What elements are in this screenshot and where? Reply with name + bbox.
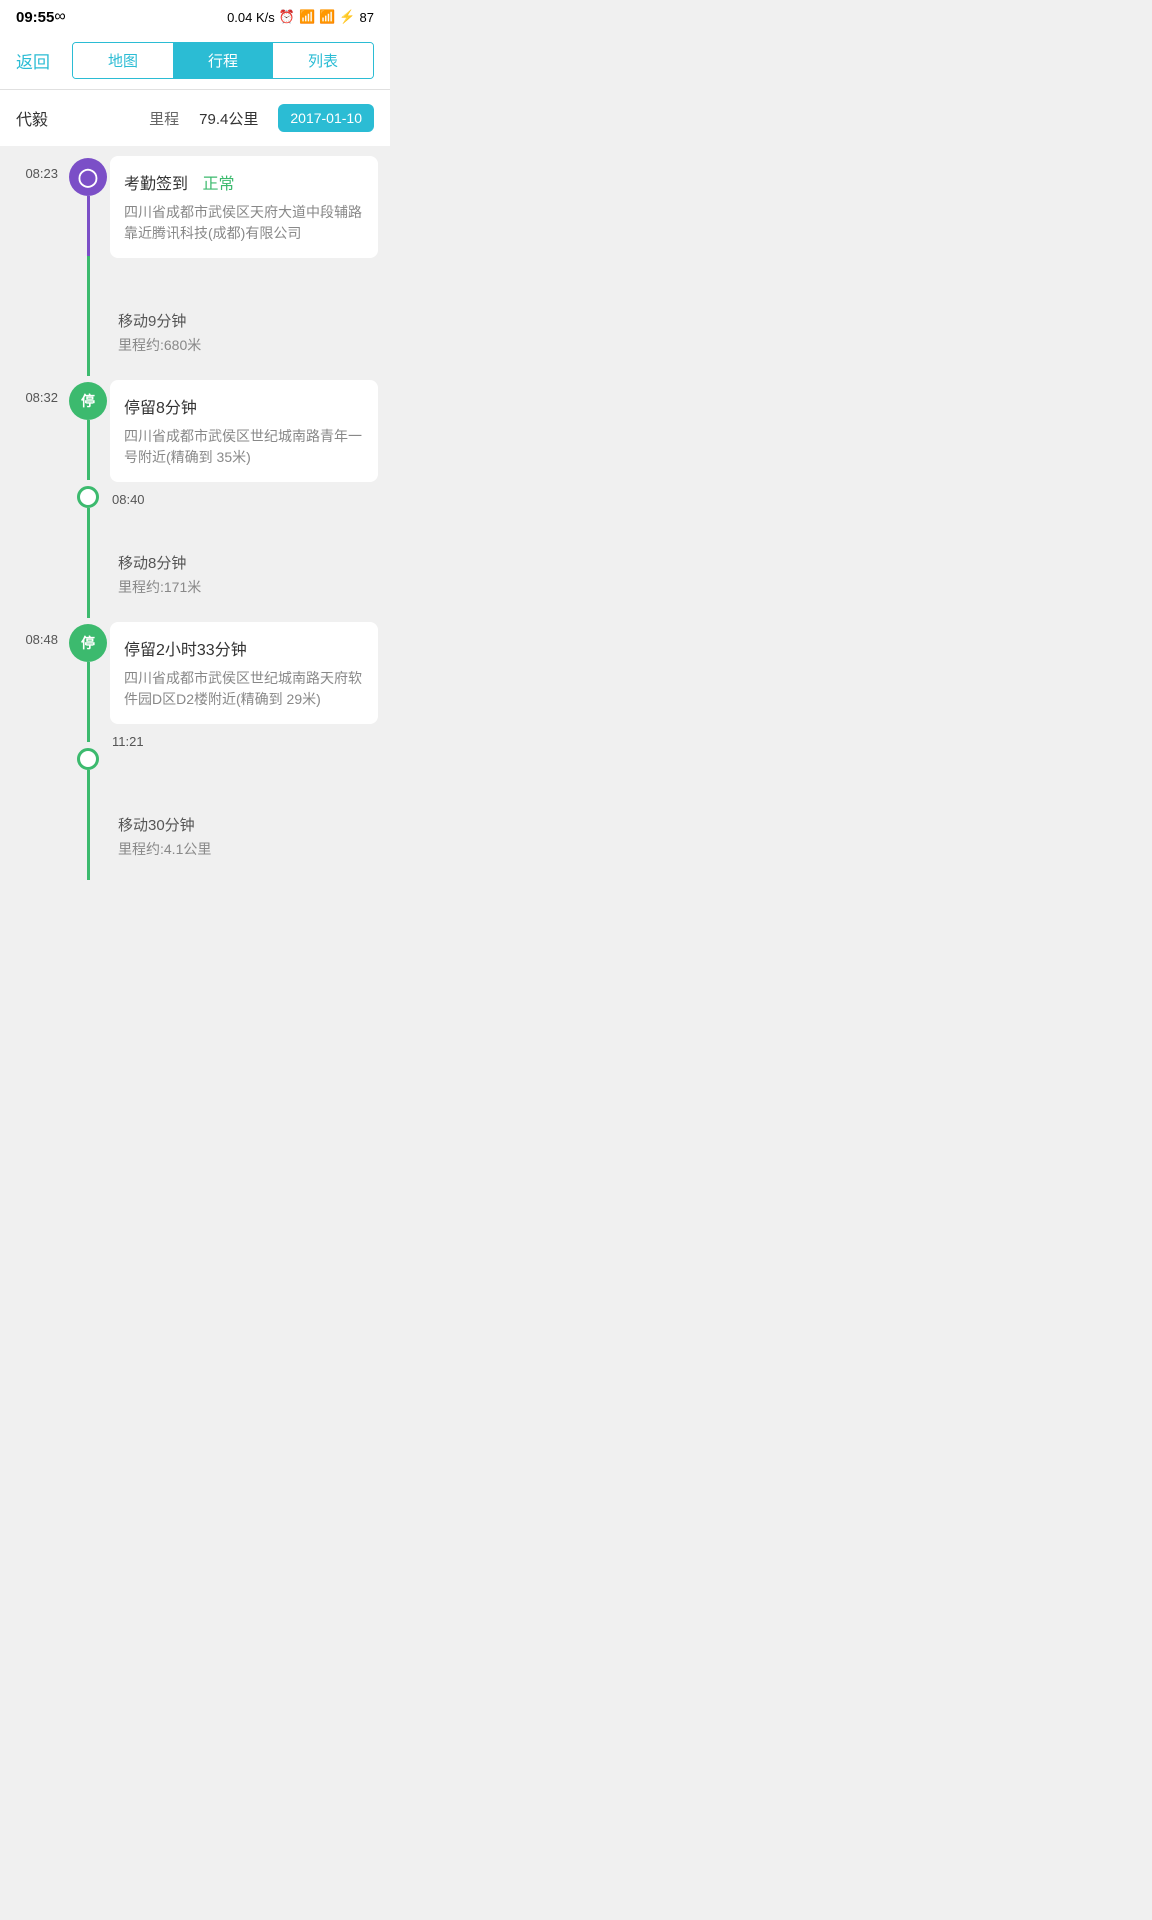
timeline-event-1: 08:23 ◯ 考勤签到 正常 四川省成都市武侯区天府大道中段辅路靠近腾讯科技(… — [0, 152, 390, 296]
back-button[interactable]: 返回 — [16, 48, 64, 73]
line-green-m2 — [87, 538, 90, 618]
line-green-m1 — [87, 296, 90, 376]
time-empty-1 — [10, 296, 66, 376]
move-duration-1: 移动9分钟 — [118, 310, 378, 331]
node-small-2 — [77, 748, 99, 770]
battery-icon: ⚡ — [339, 9, 355, 25]
infinity-icon: ∞ — [54, 8, 65, 26]
time-08-23: 08:23 — [10, 152, 66, 296]
event-status-1: 正常 — [202, 176, 234, 193]
line-green-5 — [87, 770, 90, 800]
time-08-32: 08:32 — [25, 376, 58, 405]
fingerprint-node: ◯ — [69, 158, 107, 196]
event-title-1: 考勤签到 正常 — [124, 170, 364, 194]
time-11-21: 11:21 — [110, 730, 378, 753]
node-col-3: 停 — [66, 618, 110, 800]
network-speed: 0.04 K/s — [227, 10, 275, 25]
person-name: 代毅 — [16, 106, 141, 130]
signal-icon: 📶 — [319, 9, 335, 25]
top-nav: 返回 地图 行程 列表 — [0, 32, 390, 90]
move-distance-1: 里程约:680米 — [118, 335, 378, 355]
stop-label-2: 停 — [81, 633, 95, 653]
move-distance-3: 里程约:4.1公里 — [118, 839, 378, 859]
event-card-1: 考勤签到 正常 四川省成都市武侯区天府大道中段辅路靠近腾讯科技(成都)有限公司 — [110, 156, 378, 258]
move-distance-2: 里程约:171米 — [118, 577, 378, 597]
time-col-3: 08:48 — [10, 618, 66, 800]
content-2: 停留8分钟 四川省成都市武侯区世纪城南路青年一号附近(精确到 35米) 08:4… — [110, 376, 390, 538]
timeline-event-3: 08:48 停 停留2小时33分钟 四川省成都市武侯区世纪城南路天府软件园D区D… — [0, 618, 390, 800]
content-3: 停留2小时33分钟 四川省成都市武侯区世纪城南路天府软件园D区D2楼附近(精确到… — [110, 618, 390, 800]
timeline-move-2: 移动8分钟 里程约:171米 — [0, 538, 390, 618]
time-empty-3 — [10, 800, 66, 880]
battery-level: 87 — [360, 10, 374, 25]
status-bar: 09:55 ∞ 0.04 K/s ⏰ 📶 📶 ⚡ 87 — [0, 0, 390, 32]
event-title-2: 停留8分钟 — [124, 394, 364, 418]
wifi-icon: 📶 — [299, 9, 315, 25]
tab-list[interactable]: 列表 — [273, 43, 373, 78]
line-green-3 — [87, 508, 90, 538]
line-purple-1 — [87, 196, 90, 256]
line-green-m3 — [87, 800, 90, 880]
info-row: 代毅 里程 79.4公里 2017-01-10 — [0, 90, 390, 146]
date-badge[interactable]: 2017-01-10 — [278, 104, 374, 132]
status-time: 09:55 — [16, 9, 54, 26]
move-duration-3: 移动30分钟 — [118, 814, 378, 835]
timeline-event-2: 08:32 停 停留8分钟 四川省成都市武侯区世纪城南路青年一号附近(精确到 3… — [0, 376, 390, 538]
time-empty-2 — [10, 538, 66, 618]
event-title-3: 停留2小时33分钟 — [124, 636, 364, 660]
line-green-2 — [87, 420, 90, 480]
line-green-1 — [87, 256, 90, 296]
tab-trip[interactable]: 行程 — [173, 43, 273, 78]
event-address-1: 四川省成都市武侯区天府大道中段辅路靠近腾讯科技(成都)有限公司 — [124, 202, 364, 244]
node-small-1 — [77, 486, 99, 508]
event-address-3: 四川省成都市武侯区世纪城南路天府软件园D区D2楼附近(精确到 29米) — [124, 668, 364, 710]
line-col-m2 — [66, 538, 110, 618]
time-08-48: 08:48 — [25, 618, 58, 647]
timeline-move-3: 移动30分钟 里程约:4.1公里 — [0, 800, 390, 880]
node-col-1: ◯ — [66, 152, 110, 296]
line-green-4 — [87, 662, 90, 742]
move-content-2: 移动8分钟 里程约:171米 — [110, 538, 390, 618]
status-right: 0.04 K/s ⏰ 📶 📶 ⚡ 87 — [227, 9, 374, 25]
event-address-2: 四川省成都市武侯区世纪城南路青年一号附近(精确到 35米) — [124, 426, 364, 468]
node-col-2: 停 — [66, 376, 110, 538]
mileage-value: 79.4公里 — [199, 108, 258, 129]
content-1: 考勤签到 正常 四川省成都市武侯区天府大道中段辅路靠近腾讯科技(成都)有限公司 — [110, 152, 390, 296]
timeline-move-1: 移动9分钟 里程约:680米 — [0, 296, 390, 376]
mileage-label: 里程 — [149, 108, 179, 129]
time-08-40: 08:40 — [110, 488, 378, 511]
time-col-2: 08:32 — [10, 376, 66, 538]
stop-node-1: 停 — [69, 382, 107, 420]
tab-map[interactable]: 地图 — [73, 43, 173, 78]
stop-node-2: 停 — [69, 624, 107, 662]
stop-label-1: 停 — [81, 391, 95, 411]
fingerprint-icon: ◯ — [78, 167, 98, 188]
event-card-2: 停留8分钟 四川省成都市武侯区世纪城南路青年一号附近(精确到 35米) — [110, 380, 378, 482]
event-card-3: 停留2小时33分钟 四川省成都市武侯区世纪城南路天府软件园D区D2楼附近(精确到… — [110, 622, 378, 724]
move-duration-2: 移动8分钟 — [118, 552, 378, 573]
move-content-1: 移动9分钟 里程约:680米 — [110, 296, 390, 376]
line-col-m1 — [66, 296, 110, 376]
move-content-3: 移动30分钟 里程约:4.1公里 — [110, 800, 390, 880]
clock-icon: ⏰ — [279, 9, 295, 25]
nav-tabs: 地图 行程 列表 — [72, 42, 374, 79]
line-col-m3 — [66, 800, 110, 880]
timeline-container: 08:23 ◯ 考勤签到 正常 四川省成都市武侯区天府大道中段辅路靠近腾讯科技(… — [0, 152, 390, 900]
